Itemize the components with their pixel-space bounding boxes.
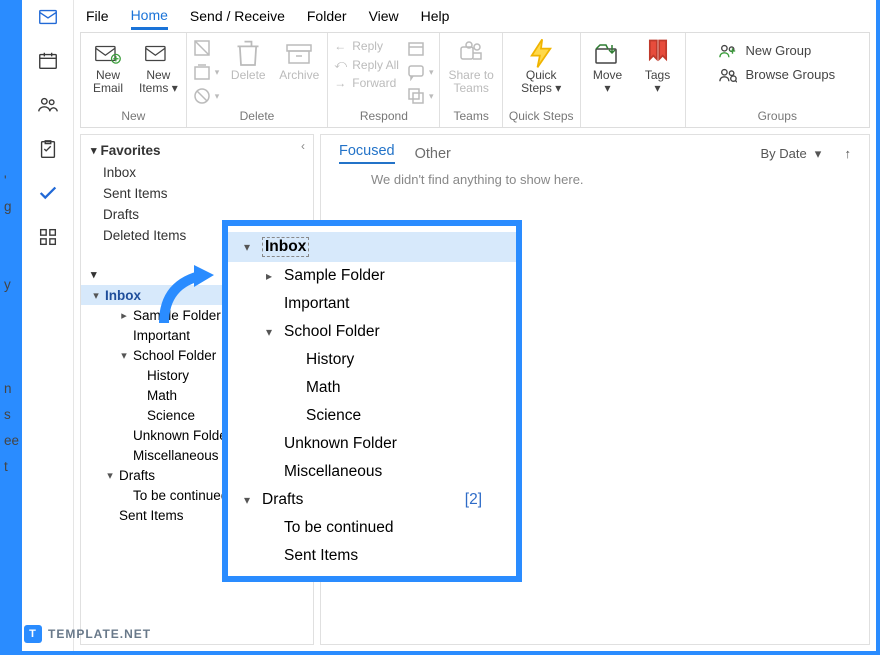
ribbon-group-label: Delete xyxy=(240,107,275,125)
callout-item[interactable]: Miscellaneous xyxy=(228,458,516,486)
callout-panel: ▾Inbox▸Sample FolderImportant▾School Fol… xyxy=(222,220,522,582)
sort-button[interactable]: By Date ▾ ↑ xyxy=(760,146,851,162)
chevron-down-icon: ▾ xyxy=(605,81,611,95)
fav-inbox[interactable]: Inbox xyxy=(81,162,313,183)
menu-sendreceive[interactable]: Send / Receive xyxy=(190,8,285,24)
menu-home[interactable]: Home xyxy=(131,7,168,30)
meeting-button[interactable] xyxy=(407,39,434,57)
ribbon-group-move: Move▾ Tags▾ xyxy=(581,33,686,127)
ribbon-group-label: Respond xyxy=(360,107,408,125)
im-button[interactable]: ▾ xyxy=(407,63,434,81)
ribbon-group-teams: Share toTeams Teams xyxy=(440,33,502,127)
callout-item[interactable]: Unknown Folder xyxy=(228,430,516,458)
callout-item[interactable]: To be continued xyxy=(228,514,516,542)
ribbon-group-label: Teams xyxy=(454,107,489,125)
menu-bar: File Home Send / Receive Folder View Hel… xyxy=(74,0,876,32)
more-respond-button[interactable]: ▾ xyxy=(407,87,434,105)
new-group-button[interactable]: New Group xyxy=(719,43,811,59)
callout-item[interactable]: ▸Sample Folder xyxy=(228,262,516,290)
callout-item[interactable]: Important xyxy=(228,290,516,318)
menu-help[interactable]: Help xyxy=(421,8,450,24)
callout-item[interactable]: ▾School Folder xyxy=(228,318,516,346)
new-email-button[interactable]: NewEmail xyxy=(87,37,129,97)
watermark: T TEMPLATE.NET xyxy=(24,625,151,643)
archive-button[interactable]: Archive xyxy=(277,37,321,84)
forward-button[interactable]: →Forward xyxy=(334,76,399,90)
respond-list: ←Reply ⤺Reply All →Forward xyxy=(334,37,399,90)
empty-message: We didn't find anything to show here. xyxy=(339,164,851,187)
quick-steps-button[interactable]: QuickSteps ▾ xyxy=(519,37,563,97)
ignore-button[interactable] xyxy=(193,39,220,57)
callout-item[interactable]: Math xyxy=(228,374,516,402)
callout-item[interactable]: Sent Items xyxy=(228,542,516,570)
ribbon-group-new: NewEmail NewItems ▾ New xyxy=(81,33,187,127)
fav-sent[interactable]: Sent Items xyxy=(81,183,313,204)
sort-direction-icon[interactable]: ↑ xyxy=(845,146,852,161)
browse-groups-button[interactable]: Browse Groups xyxy=(719,67,835,83)
chevron-down-icon: ▾ xyxy=(91,268,97,281)
chevron-icon: ▾ xyxy=(266,325,278,339)
nav-rail xyxy=(22,0,74,651)
chevron-down-icon: ▾ xyxy=(91,289,101,302)
chevron-down-icon: ▾ xyxy=(172,81,178,95)
people-icon[interactable] xyxy=(37,94,59,116)
chevron-down-icon: ▾ xyxy=(815,146,822,162)
respond-extra: ▾ ▾ xyxy=(407,37,434,105)
chevron-icon: ▸ xyxy=(119,309,129,322)
callout-item[interactable]: Science xyxy=(228,402,516,430)
tab-other[interactable]: Other xyxy=(415,146,451,162)
menu-file[interactable]: File xyxy=(86,8,109,24)
chevron-icon: ▸ xyxy=(266,269,278,283)
item-count: [2] xyxy=(465,491,500,509)
ribbon-group-label: Groups xyxy=(758,107,797,125)
ribbon-group-label xyxy=(631,107,634,125)
chevron-down-icon: ▾ xyxy=(215,91,220,102)
ribbon-group-delete: ▾ ▾ Delete Archive Delete xyxy=(187,33,329,127)
callout-item[interactable]: ▾Drafts[2] xyxy=(228,486,516,514)
tab-focused[interactable]: Focused xyxy=(339,143,395,164)
ribbon: NewEmail NewItems ▾ New ▾ ▾ xyxy=(80,32,870,128)
delete-button[interactable]: Delete xyxy=(227,37,269,84)
menu-view[interactable]: View xyxy=(369,8,399,24)
callout-arrow xyxy=(154,263,224,333)
calendar-icon[interactable] xyxy=(37,50,59,72)
chevron-down-icon: ▾ xyxy=(555,81,561,95)
favorites-header[interactable]: ▾Favorites xyxy=(81,139,313,162)
ribbon-group-groups: New Group Browse Groups Groups xyxy=(686,33,869,127)
mail-icon[interactable] xyxy=(37,6,59,28)
watermark-badge: T xyxy=(24,625,42,643)
todo-icon[interactable] xyxy=(37,182,59,204)
chevron-down-icon: ▾ xyxy=(655,81,661,95)
tags-button[interactable]: Tags▾ xyxy=(637,37,679,97)
ribbon-group-label: New xyxy=(121,107,145,125)
ribbon-group-quicksteps: QuickSteps ▾ Quick Steps xyxy=(503,33,581,127)
delete-small-buttons: ▾ ▾ xyxy=(193,37,220,105)
background-text-sliver: 'gynseet xyxy=(4,168,22,480)
share-teams-button[interactable]: Share toTeams xyxy=(446,37,495,97)
menu-folder[interactable]: Folder xyxy=(307,8,347,24)
replyall-button[interactable]: ⤺Reply All xyxy=(334,57,399,72)
ribbon-group-respond: ←Reply ⤺Reply All →Forward ▾ ▾ Respond xyxy=(328,33,440,127)
chevron-down-icon: ▾ xyxy=(91,144,97,157)
junk-button[interactable]: ▾ xyxy=(193,87,220,105)
collapse-pane-button[interactable]: ‹ xyxy=(301,139,305,153)
move-button[interactable]: Move▾ xyxy=(587,37,629,97)
chevron-down-icon: ▾ xyxy=(215,67,220,78)
reply-button[interactable]: ←Reply xyxy=(334,39,399,53)
tasks-icon[interactable] xyxy=(37,138,59,160)
callout-item[interactable]: History xyxy=(228,346,516,374)
cleanup-button[interactable]: ▾ xyxy=(193,63,220,81)
new-items-button[interactable]: NewItems ▾ xyxy=(137,37,180,97)
chevron-icon: ▾ xyxy=(119,349,129,362)
message-list-header: Focused Other By Date ▾ ↑ xyxy=(339,143,851,164)
callout-item[interactable]: ▾Inbox xyxy=(228,232,516,262)
chevron-icon: ▾ xyxy=(244,493,256,507)
ribbon-group-label: Quick Steps xyxy=(509,107,574,125)
apps-icon[interactable] xyxy=(37,226,59,248)
chevron-icon: ▾ xyxy=(244,240,256,254)
chevron-icon: ▾ xyxy=(105,469,115,482)
